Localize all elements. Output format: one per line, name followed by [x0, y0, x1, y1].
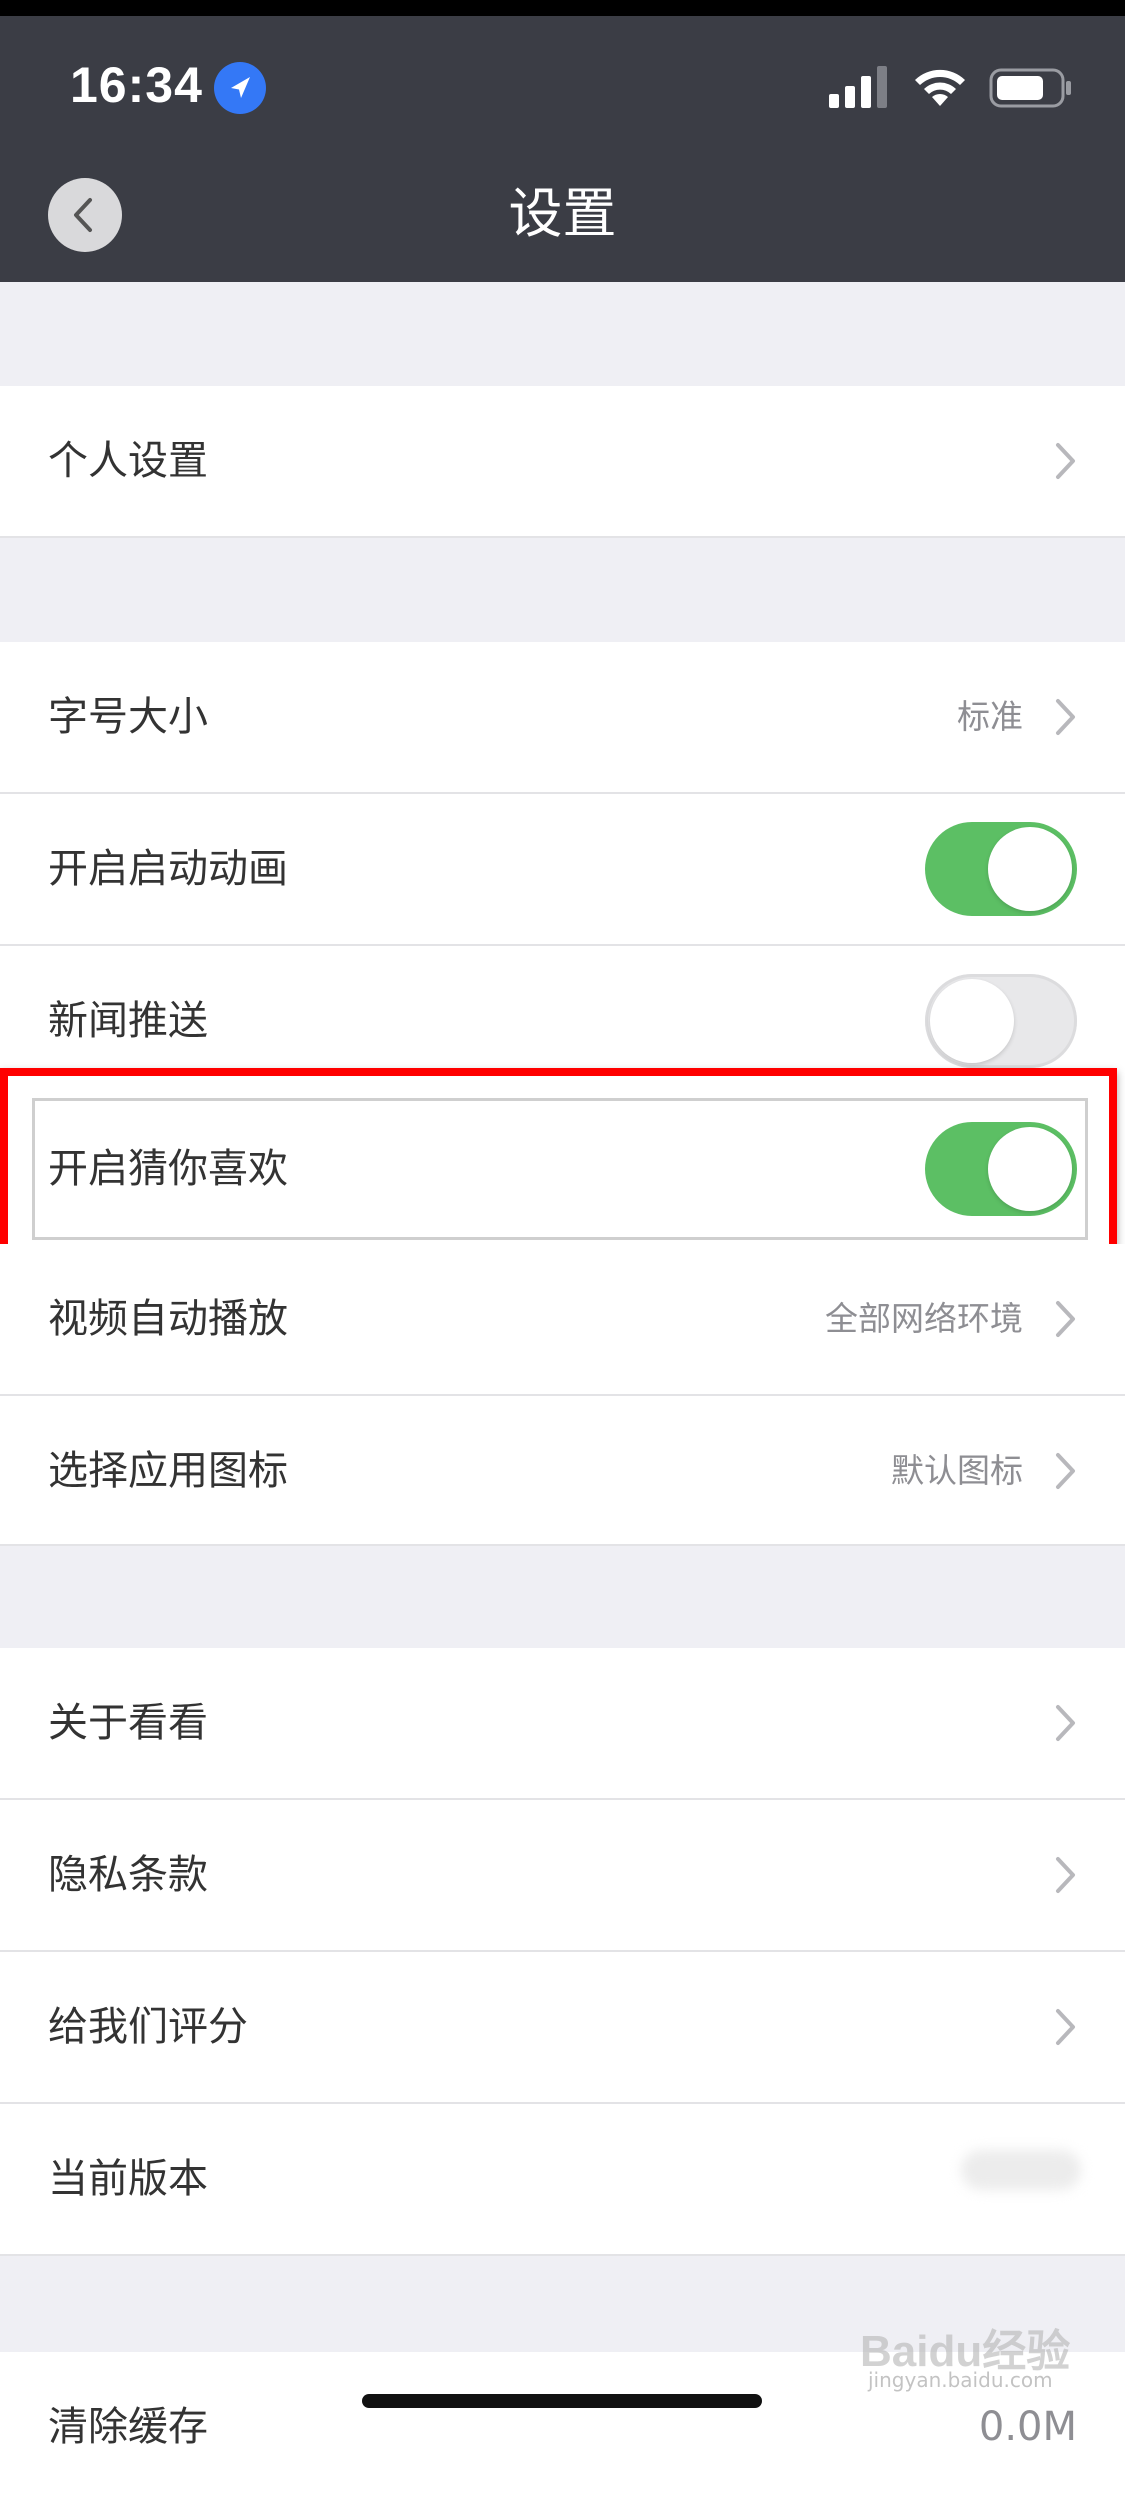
status-icons: [829, 64, 1071, 114]
row-label: 开启启动动画: [48, 846, 288, 892]
settings-row-about[interactable]: 关于看看: [0, 1648, 1125, 1798]
row-label: 视频自动播放: [48, 1296, 288, 1342]
chevron-right-icon: [1056, 1705, 1075, 1741]
version-value-blurred: [961, 2150, 1081, 2190]
page-title: 设置: [508, 182, 617, 245]
settings-row-version: 当前版本: [0, 2104, 1125, 2254]
launch-animation-toggle[interactable]: [925, 822, 1077, 916]
chevron-right-icon: [1056, 1453, 1075, 1489]
settings-row-app-icon[interactable]: 选择应用图标 默认图标: [0, 1396, 1125, 1546]
row-label: 隐私条款: [48, 1852, 208, 1898]
home-indicator[interactable]: [362, 2394, 762, 2408]
row-value: 默认图标: [891, 1451, 1023, 1490]
row-label: 关于看看: [48, 1700, 208, 1746]
settings-row-personal[interactable]: 个人设置: [0, 386, 1125, 536]
news-push-toggle[interactable]: [925, 974, 1077, 1068]
row-label: 字号大小: [48, 694, 208, 740]
screen-top-edge: [0, 0, 1125, 16]
row-value: 全部网络环境: [825, 1299, 1023, 1338]
location-arrow-icon: [214, 62, 266, 114]
toggle-knob: [930, 979, 1014, 1063]
battery-icon: [989, 68, 1071, 108]
row-label: 个人设置: [48, 438, 208, 484]
cellular-signal-icon: [829, 66, 887, 108]
row-label: 选择应用图标: [48, 1448, 288, 1494]
chevron-right-icon: [1056, 2009, 1075, 2045]
settings-row-font-size[interactable]: 字号大小 标准: [0, 642, 1125, 792]
row-label: 给我们评分: [48, 2004, 248, 2050]
row-value: 标准: [957, 697, 1023, 736]
chevron-right-icon: [1056, 1301, 1075, 1337]
chevron-right-icon: [1056, 443, 1075, 479]
row-label: 清除缓存: [48, 2404, 208, 2450]
chevron-right-icon: [1056, 699, 1075, 735]
navigation-bar: 16:34 设置: [0, 0, 1125, 282]
divider: [0, 2254, 1125, 2256]
watermark-url: jingyan.baidu.com: [868, 2368, 1053, 2392]
status-time: 16:34: [70, 57, 203, 113]
divider: [0, 1544, 1125, 1546]
settings-row-privacy[interactable]: 隐私条款: [0, 1800, 1125, 1950]
highlight-inner-frame: [32, 1098, 1088, 1240]
wifi-icon: [915, 69, 965, 106]
settings-row-launch-animation: 开启启动动画: [0, 794, 1125, 944]
toggle-knob: [988, 827, 1072, 911]
chevron-right-icon: [1056, 1857, 1075, 1893]
settings-row-rate-us[interactable]: 给我们评分: [0, 1952, 1125, 2102]
divider: [0, 536, 1125, 538]
row-label: 当前版本: [48, 2156, 208, 2202]
settings-row-video-autoplay[interactable]: 视频自动播放 全部网络环境: [0, 1244, 1125, 1394]
